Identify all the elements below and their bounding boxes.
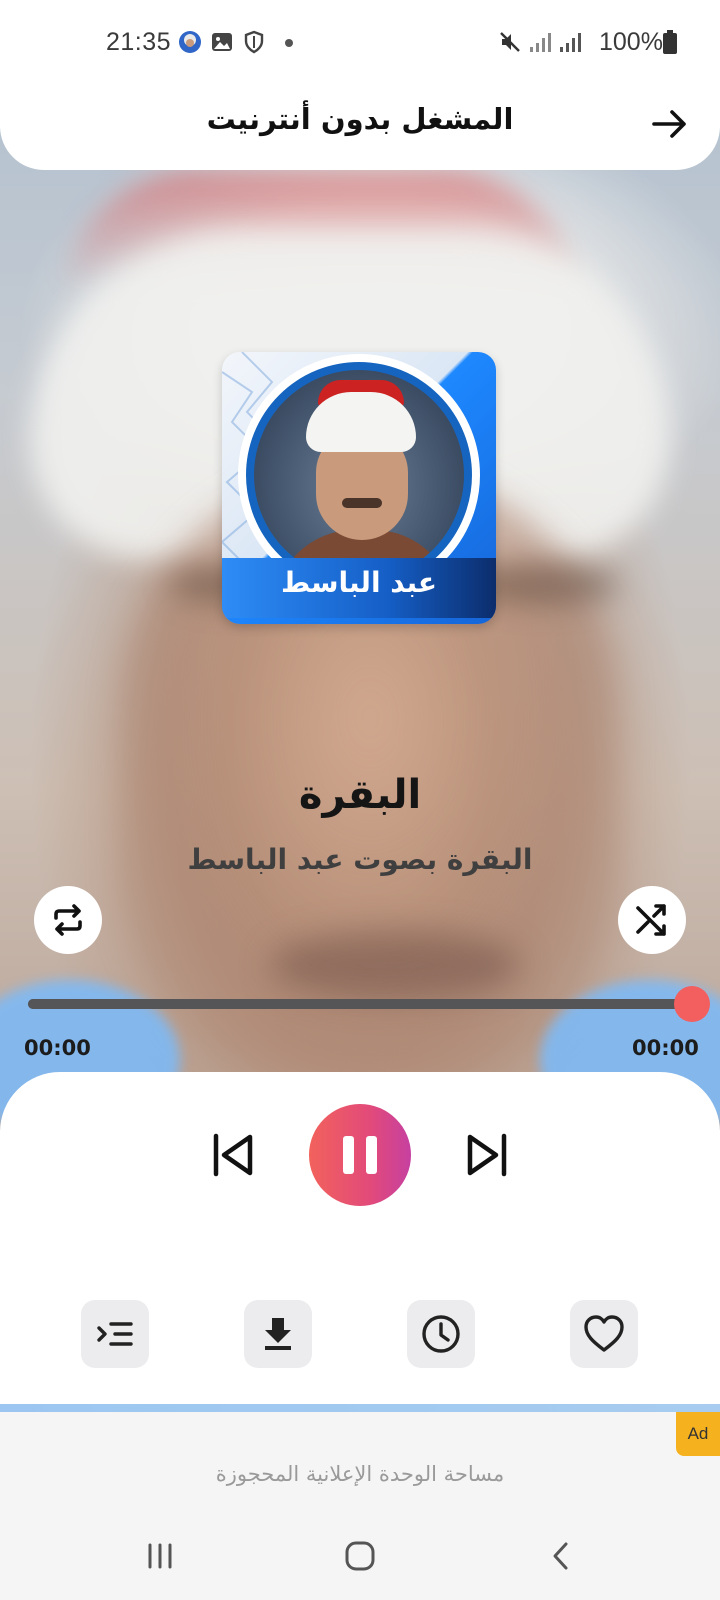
ad-divider: [0, 1404, 720, 1412]
recent-apps-icon: [148, 1543, 172, 1569]
pause-icon: [343, 1136, 377, 1174]
system-nav-bar: [0, 1512, 720, 1600]
home-icon: [345, 1541, 375, 1571]
track-title: البقرة: [298, 772, 422, 818]
album-reciter-name: عبد الباسط: [280, 566, 438, 599]
next-button[interactable]: [462, 1130, 512, 1180]
battery-percent: 100%: [599, 28, 663, 56]
home-button[interactable]: [336, 1532, 384, 1580]
back-icon: [553, 1542, 568, 1570]
progress-bar[interactable]: [28, 999, 692, 1009]
mute-icon: [498, 30, 522, 54]
playlist-icon: [97, 1322, 133, 1346]
recent-apps-button[interactable]: [136, 1532, 184, 1580]
reciter-portrait: [254, 370, 464, 580]
heart-icon: [584, 1315, 624, 1352]
track-subtitle: البقرة بصوت عبد الباسط: [187, 843, 533, 876]
app-header: المشغل بدون أنترنيت: [0, 86, 720, 170]
playlist-button[interactable]: [81, 1300, 149, 1368]
progress-thumb[interactable]: [674, 986, 710, 1022]
progress-fill: [28, 999, 692, 1009]
download-button[interactable]: [244, 1300, 312, 1368]
total-time: 00:00: [632, 1036, 699, 1060]
elapsed-time: 00:00: [24, 1036, 91, 1060]
avatar-notification-icon: [178, 30, 202, 54]
signal-icon: [528, 30, 552, 54]
pause-button[interactable]: [309, 1104, 411, 1206]
status-time: 21:35: [106, 28, 172, 56]
back-button[interactable]: [538, 1532, 586, 1580]
gallery-icon: [210, 30, 234, 54]
repeat-button[interactable]: [34, 886, 102, 954]
status-bar: 21:35 100%: [0, 0, 720, 86]
favorite-button[interactable]: [570, 1300, 638, 1368]
shuffle-button[interactable]: [618, 886, 686, 954]
timer-button[interactable]: [407, 1300, 475, 1368]
clock-icon: [422, 1315, 460, 1353]
ad-placeholder-text: مساحة الوحدة الإعلانية المحجوزة: [215, 1462, 505, 1486]
shield-icon: [242, 30, 266, 54]
notification-dot: [285, 39, 293, 47]
shuffle-icon: [636, 904, 666, 936]
page-title: المشغل بدون أنترنيت: [206, 102, 514, 136]
previous-button[interactable]: [208, 1130, 258, 1180]
ad-badge: Ad: [676, 1412, 720, 1456]
battery-icon: [662, 30, 686, 54]
skip-previous-icon: [213, 1133, 253, 1177]
skip-next-icon: [467, 1133, 507, 1177]
ad-banner[interactable]: Ad مساحة الوحدة الإعلانية المحجوزة: [0, 1412, 720, 1512]
arrow-right-icon[interactable]: [650, 104, 690, 144]
signal-icon: [558, 30, 582, 54]
download-icon: [265, 1318, 291, 1350]
repeat-icon: [54, 904, 82, 936]
album-cover: عبد الباسط: [222, 352, 496, 624]
